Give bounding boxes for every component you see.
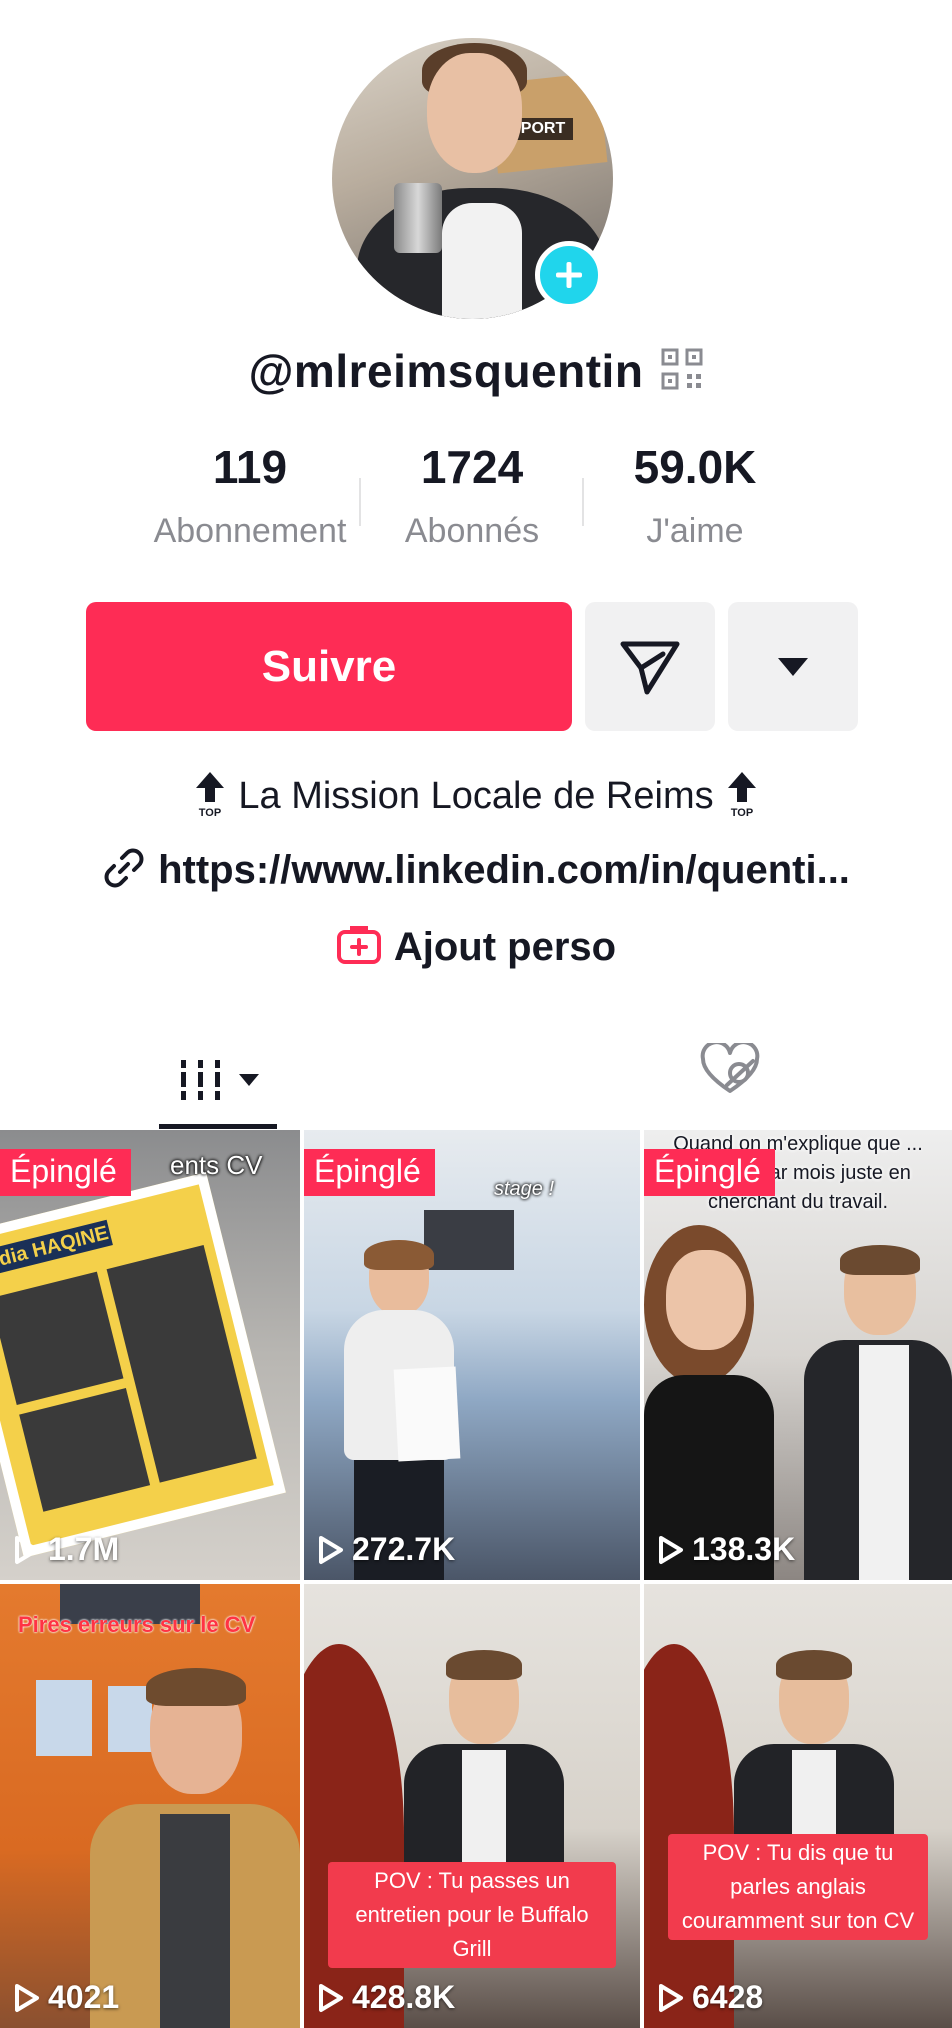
hair	[446, 1650, 522, 1680]
grid-icon	[178, 1060, 224, 1100]
view-count: 1.7M	[14, 1531, 119, 1568]
held-paper	[393, 1366, 461, 1462]
box-label-decoration: PORT	[513, 118, 573, 140]
pinned-badge: Épinglé	[644, 1149, 775, 1196]
svg-text:TOP: TOP	[730, 807, 752, 818]
hair	[146, 1668, 246, 1706]
message-button[interactable]	[585, 602, 715, 731]
view-count: 4021	[14, 1979, 119, 2016]
view-count-value: 1.7M	[48, 1531, 120, 1567]
tab-liked[interactable]	[680, 1030, 780, 1110]
view-count: 6428	[658, 1979, 763, 2016]
profile-avatar-container: PORT	[332, 38, 613, 319]
video-caption: stage !	[494, 1178, 555, 1200]
stat-followers[interactable]: 1724 Abonnés	[362, 440, 582, 551]
cv-document-name: dia HAQINE	[0, 1222, 111, 1271]
play-icon	[15, 1983, 39, 2012]
bio-link-text[interactable]: https://www.linkedin.com/in/quenti...	[158, 848, 850, 893]
add-perso-icon	[336, 924, 382, 971]
video-tile[interactable]: POV : Tu passes un entretien pour le Buf…	[304, 1584, 640, 2028]
stat-following-label: Abonnement	[153, 512, 347, 550]
plus-icon	[556, 262, 582, 288]
cv-block	[19, 1388, 151, 1512]
more-options-button[interactable]	[728, 602, 858, 731]
add-perso-label: Ajout perso	[393, 925, 617, 969]
person-figure	[804, 1245, 952, 1580]
avatar-cup	[394, 183, 442, 253]
play-icon	[319, 1983, 343, 2012]
play-icon	[659, 1983, 683, 2012]
top-arrow-icon: TOP	[194, 770, 226, 823]
follow-add-button[interactable]	[535, 241, 603, 309]
view-count-value: 4021	[48, 1979, 120, 2015]
stats-divider	[359, 478, 361, 526]
avatar-face	[427, 53, 522, 173]
video-tile[interactable]: stage ! Épinglé 272.7K	[304, 1130, 640, 1580]
hair	[364, 1240, 434, 1270]
video-caption: POV : Tu dis que tu parles anglais coura…	[668, 1834, 928, 1941]
view-count-value: 428.8K	[352, 1979, 456, 2015]
view-count: 138.3K	[658, 1531, 795, 1568]
follow-button[interactable]: Suivre	[86, 602, 572, 731]
avatar-shirt	[442, 203, 522, 319]
video-tile[interactable]: POV : Tu dis que tu parles anglais coura…	[644, 1584, 952, 2028]
username: @mlreimsquentin	[248, 345, 644, 397]
video-tile[interactable]: dia HAQINE ents CV Épinglé 1.7M	[0, 1130, 300, 1580]
stat-likes-value: 59.0K	[633, 441, 757, 493]
view-count: 272.7K	[318, 1531, 455, 1568]
shirt	[160, 1814, 230, 2028]
shirt	[859, 1345, 909, 1580]
face	[666, 1250, 746, 1350]
view-count-value: 138.3K	[692, 1531, 796, 1567]
pinned-badge: Épinglé	[0, 1149, 131, 1196]
video-tile[interactable]: Pires erreurs sur le CV 4021	[0, 1584, 300, 2028]
person-figure	[644, 1225, 774, 1580]
play-icon	[659, 1535, 683, 1564]
tab-active-indicator	[159, 1124, 277, 1129]
hair	[840, 1245, 920, 1275]
bio-link[interactable]: https://www.linkedin.com/in/quenti...	[0, 846, 952, 895]
profile-stats: 119 Abonnement 1724 Abonnés 59.0K J'aime	[0, 440, 952, 560]
video-caption: Pires erreurs sur le CV	[18, 1612, 256, 1637]
pinned-badge: Épinglé	[304, 1149, 435, 1196]
bio-description: TOP La Mission Locale de Reims TOP	[0, 770, 952, 823]
video-caption: POV : Tu passes un entretien pour le Buf…	[328, 1862, 616, 1969]
video-caption: ents CV	[170, 1150, 263, 1180]
video-grid: dia HAQINE ents CV Épinglé 1.7M stage ! …	[0, 1130, 952, 2028]
stat-following-value: 119	[212, 441, 288, 493]
view-count: 428.8K	[318, 1979, 455, 2016]
view-count-value: 6428	[692, 1979, 764, 2015]
stat-followers-value: 1724	[420, 441, 524, 493]
stat-likes-label: J'aime	[646, 512, 744, 550]
add-perso-row[interactable]: Ajout perso	[0, 924, 952, 971]
top-arrow-icon: TOP	[726, 770, 758, 823]
wall-poster	[36, 1680, 92, 1756]
svg-text:TOP: TOP	[199, 807, 221, 818]
hidden-heart-icon	[700, 1043, 760, 1093]
stat-followers-label: Abonnés	[404, 512, 540, 550]
hair	[776, 1650, 852, 1680]
view-count-value: 272.7K	[352, 1531, 456, 1567]
tab-videos[interactable]	[160, 1030, 278, 1130]
stat-likes[interactable]: 59.0K J'aime	[585, 440, 805, 551]
stat-following[interactable]: 119 Abonnement	[140, 440, 360, 551]
video-tile[interactable]: Quand on m'explique que ... er 497€ par …	[644, 1130, 952, 1580]
qr-code-icon[interactable]	[661, 348, 703, 395]
caret-down-icon	[778, 657, 808, 676]
play-icon	[319, 1535, 343, 1564]
cv-block	[0, 1271, 124, 1405]
username-row: @mlreimsquentin	[0, 344, 952, 398]
tab-dropdown-icon	[239, 1074, 259, 1086]
play-icon	[15, 1535, 39, 1564]
link-icon	[102, 846, 146, 895]
bio-text: La Mission Locale de Reims	[238, 775, 714, 817]
stats-divider	[582, 478, 584, 526]
send-icon	[620, 641, 680, 694]
person-figure	[90, 1668, 300, 2028]
